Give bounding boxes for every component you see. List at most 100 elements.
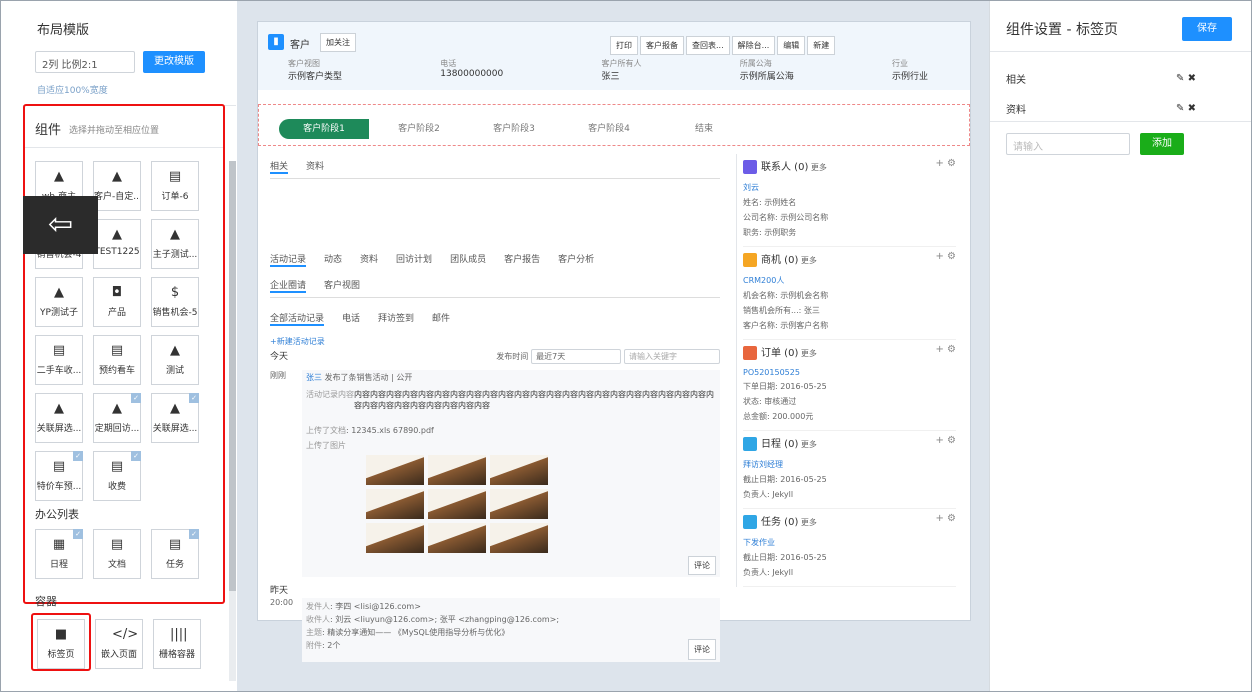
record-field: 总金额: 200.000元 (743, 412, 814, 421)
more-link[interactable]: 更多 (798, 256, 817, 265)
photo-thumbnail[interactable] (428, 455, 486, 485)
component-tile[interactable]: ▲ 主子测试... (151, 219, 199, 269)
photo-thumbnail[interactable] (366, 455, 424, 485)
component-tile[interactable]: ▤ 订单-6 (151, 161, 199, 211)
component-tile[interactable]: ▲ TEST1225 (93, 219, 141, 269)
component-tile[interactable]: ▲ 关联屏选... (35, 393, 83, 443)
tab-item[interactable]: 活动记录 (270, 252, 307, 267)
toolbar-button[interactable]: 客户报备 (640, 36, 684, 55)
tab-item[interactable]: 团队成员 (450, 252, 486, 265)
divider (990, 51, 1251, 52)
stage-step[interactable]: 客户阶段4 (564, 119, 654, 139)
layout-select[interactable]: 2列 比例2:1 (35, 51, 135, 73)
record-name[interactable]: 下发作业 (743, 537, 956, 548)
add-icon[interactable]: + ⚙ (935, 435, 956, 446)
tab-item[interactable]: 企业圈请 (270, 278, 307, 293)
add-icon[interactable]: + ⚙ (935, 251, 956, 262)
component-tile[interactable]: ▲ 定期回访... ✓ (93, 393, 141, 443)
left-scrollbar[interactable] (229, 161, 236, 681)
comment-button[interactable]: 评论 (688, 639, 716, 660)
stage-step[interactable]: 客户阶段1 (279, 119, 369, 139)
layout-panel: 布局模版 2列 比例2:1 更改模版 自适应100%宽度 组件 选择并拖动至相应… (23, 1, 236, 691)
follow-button[interactable]: 加关注 (320, 33, 356, 52)
stage-step[interactable]: 客户阶段2 (374, 119, 464, 139)
delete-icon[interactable]: ✖ (1188, 73, 1196, 84)
edit-icon[interactable]: ✎ (1176, 103, 1188, 114)
tab-item[interactable]: 拜访签到 (378, 311, 414, 324)
photo-thumbnail[interactable] (428, 489, 486, 519)
tab-item[interactable]: 电话 (342, 311, 360, 324)
save-button[interactable]: 保存 (1182, 17, 1232, 41)
stage-bar: 客户阶段1 客户阶段2 客户阶段3 客户阶段4 结束 (258, 104, 970, 146)
tab-item[interactable]: 资料 (360, 252, 378, 265)
add-icon[interactable]: + ⚙ (935, 344, 956, 355)
card-icon (743, 346, 757, 360)
toolbar-button[interactable]: 编辑 (777, 36, 806, 55)
component-tile[interactable]: ▤ 任务 ✓ (151, 529, 199, 579)
photo-thumbnail[interactable] (366, 489, 424, 519)
photo-thumbnail[interactable] (428, 523, 486, 553)
scroll-thumb[interactable] (229, 161, 236, 591)
search-input[interactable]: 请输入关键字 (624, 349, 720, 364)
new-activity-link[interactable]: +新建活动记录 (270, 336, 720, 347)
toolbar-button[interactable]: 新建 (807, 36, 836, 55)
tab-name-input[interactable]: 请输入 (1006, 133, 1130, 155)
component-tile[interactable]: ▲ 客户-自定... (93, 161, 141, 211)
record-name[interactable]: PO520150525 (743, 368, 956, 377)
tab-item[interactable]: 客户视图 (324, 278, 360, 291)
range-select[interactable]: 最近7天 (531, 349, 622, 364)
photo-thumbnail[interactable] (490, 489, 548, 519)
component-tile[interactable]: |||| 栅格容器 (153, 619, 201, 669)
toolbar-button[interactable]: 打印 (610, 36, 638, 55)
toolbar-button[interactable]: 查回表... (686, 36, 730, 55)
tab-item[interactable]: 相关 (270, 159, 289, 174)
toolbar-button[interactable]: 解除台... (731, 36, 776, 55)
stage-step[interactable]: 结束 (659, 119, 749, 139)
files-list[interactable]: 12345.xls 67890.pdf (351, 426, 434, 435)
photo-thumbnail[interactable] (366, 523, 424, 553)
side-cards: 联系人 (0) 更多 + ⚙ 刘云 姓名: 示例姓名 公司名称: 示例公司名称 职务: 示… (736, 154, 956, 587)
add-icon[interactable]: + ⚙ (935, 513, 956, 524)
photo-thumbnail[interactable] (490, 523, 548, 553)
tab-item[interactable]: 邮件 (432, 311, 450, 324)
more-link[interactable]: 更多 (798, 518, 817, 527)
field-label: 行业 (891, 59, 908, 68)
add-button[interactable]: 添加 (1140, 133, 1184, 155)
component-tile[interactable]: </> 嵌入页面 (95, 619, 143, 669)
tab-item[interactable]: 全部活动记录 (270, 311, 325, 326)
component-tile[interactable]: ■ 标签页 (37, 619, 85, 669)
component-tile[interactable]: ▲ 关联屏选... ✓ (151, 393, 199, 443)
more-link[interactable]: 更多 (798, 440, 817, 449)
component-tile[interactable]: ◘ 产品 (93, 277, 141, 327)
record-name[interactable]: 拜访刘经理 (743, 459, 956, 470)
delete-icon[interactable]: ✖ (1188, 103, 1196, 114)
tab-item[interactable]: 客户报告 (504, 252, 540, 265)
tab-item[interactable]: 动态 (324, 252, 342, 265)
component-tile[interactable]: ▤ 二手车收... (35, 335, 83, 385)
edit-icon[interactable]: ✎ (1176, 73, 1188, 84)
component-tile[interactable]: ▤ 预约看车 (93, 335, 141, 385)
component-tile[interactable]: $ 销售机会-5 (151, 277, 199, 327)
post-author[interactable]: 张三 (306, 373, 322, 382)
more-link[interactable]: 更多 (798, 349, 817, 358)
component-tile[interactable]: ▦ 日程 ✓ (35, 529, 83, 579)
post-meta: 发布了条销售活动 | 公开 (324, 373, 413, 382)
component-tile[interactable]: ▤ 文档 (93, 529, 141, 579)
component-tile[interactable]: ▤ 特价车预... ✓ (35, 451, 83, 501)
photo-thumbnail[interactable] (490, 455, 548, 485)
tab-item[interactable]: 回访计划 (396, 252, 432, 265)
tab-item[interactable]: 资料 (306, 159, 324, 172)
component-icon: ▦ (52, 537, 66, 552)
more-link[interactable]: 更多 (808, 163, 827, 172)
record-name[interactable]: 刘云 (743, 182, 956, 193)
comment-button[interactable]: 评论 (688, 556, 716, 575)
change-template-button[interactable]: 更改模版 (143, 51, 205, 73)
tab-item[interactable]: 客户分析 (558, 252, 594, 265)
record-name[interactable]: CRM200人 (743, 275, 956, 286)
component-tile[interactable]: ▲ 测试 (151, 335, 199, 385)
component-tile[interactable]: ▤ 收费 ✓ (93, 451, 141, 501)
stage-step[interactable]: 客户阶段3 (469, 119, 559, 139)
component-tile[interactable]: ▲ YP测试子 (35, 277, 83, 327)
component-label: 栅格容器 (158, 650, 195, 660)
add-icon[interactable]: + ⚙ (935, 158, 956, 169)
